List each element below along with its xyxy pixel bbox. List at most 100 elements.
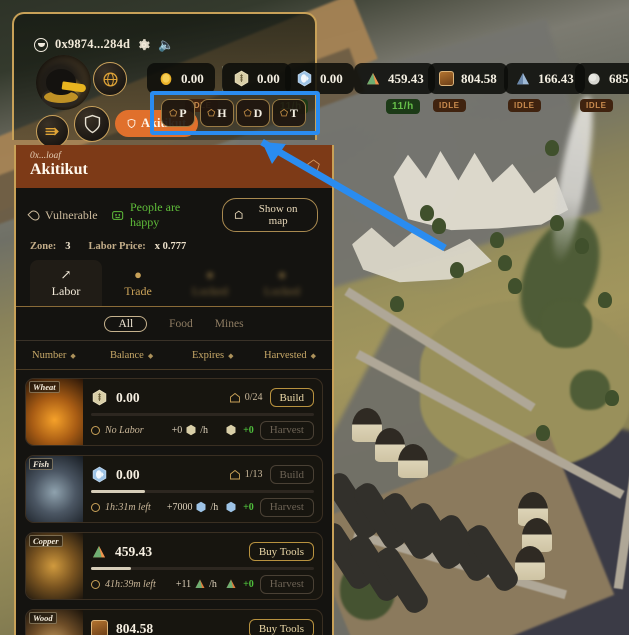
- guild-button-t[interactable]: ⬠ T: [272, 99, 306, 127]
- row-rate-value: +11: [175, 578, 192, 590]
- table-row[interactable]: Fish 0.00 1/13 Build 1h:31m left +7000 /…: [25, 455, 323, 523]
- row-rate-suffix: /h: [210, 501, 219, 513]
- column-header-number[interactable]: Number ◆: [32, 350, 110, 361]
- row-rate-suffix: /h: [209, 578, 217, 590]
- build-button[interactable]: Build: [269, 388, 314, 408]
- copper-icon: [226, 579, 236, 589]
- harvest-button[interactable]: Harvest: [259, 574, 314, 594]
- row-name: Fish: [29, 458, 54, 470]
- shield-icon: ⬠: [207, 107, 216, 118]
- row-rate-value: +0: [171, 424, 183, 436]
- table-row[interactable]: Wheat 0.00 0/24 Build No Labor +0 /h +0 …: [25, 378, 323, 446]
- zone-label: Zone:: [30, 241, 57, 252]
- row-capacity: 0/24: [229, 392, 263, 403]
- labor-price-label: Labor Price:: [88, 241, 146, 252]
- buy-tools-button[interactable]: Buy Tools: [248, 619, 314, 635]
- resource-chip-copper[interactable]: 459.43: [354, 63, 435, 94]
- settlement-panel: 0x...loaf Akitikut ⬠ Vulnerable People a…: [14, 145, 334, 635]
- globe-button[interactable]: [93, 62, 127, 96]
- currency-chip-wheat[interactable]: 0.00: [222, 63, 291, 94]
- row-balance: 804.58: [116, 620, 154, 635]
- column-header-balance[interactable]: Balance ◆: [110, 350, 192, 361]
- harvest-button[interactable]: Harvest: [259, 497, 314, 517]
- row-name: Copper: [29, 535, 63, 547]
- row-balance: 0.00: [116, 389, 140, 405]
- wallet-address[interactable]: 0x9874...284d: [55, 37, 130, 52]
- wood-icon: [91, 620, 108, 635]
- wood-icon: [439, 71, 454, 86]
- tab-labor[interactable]: ↗ Labor: [30, 260, 102, 306]
- wallet-icon: [34, 37, 48, 52]
- gear-icon[interactable]: [137, 38, 151, 52]
- clock-icon: [91, 502, 100, 512]
- tab-trade[interactable]: ● Trade: [102, 260, 174, 306]
- column-header-expires[interactable]: Expires ◆: [192, 350, 264, 361]
- row-harvest: +0 Harvest: [225, 574, 314, 594]
- clock-icon: [91, 579, 100, 589]
- fish-hex-icon: [92, 466, 107, 483]
- guild-label-h: H: [217, 105, 227, 120]
- tab-locked-1-label: Locked: [192, 283, 228, 298]
- filter-mines[interactable]: Mines: [215, 318, 244, 330]
- resource-value-copper: 459.43: [388, 70, 424, 86]
- sort-icon: ◆: [228, 351, 234, 360]
- row-time-label: 1h:31m left: [105, 501, 151, 513]
- wheat-hex-icon: [234, 70, 249, 87]
- fish-hex-icon: [297, 70, 312, 87]
- settlement-status-row: Vulnerable People are happy Show on map: [16, 188, 332, 232]
- column-label: Expires: [192, 350, 225, 361]
- sort-icon: ◆: [70, 351, 76, 360]
- map-pin-icon: [234, 210, 243, 219]
- guild-button-p[interactable]: ⬠ P: [161, 99, 195, 127]
- tab-trade-label: Trade: [124, 283, 152, 298]
- settlement-tabs: ↗ Labor ● Trade ● Locked ● Locked: [16, 252, 332, 307]
- row-rate-suffix: /h: [200, 424, 209, 436]
- coin-icon: ●: [134, 266, 142, 282]
- copper-icon: [367, 72, 379, 84]
- guild-button-d[interactable]: ⬠ D: [236, 99, 270, 127]
- harvest-button[interactable]: Harvest: [259, 420, 314, 440]
- status-badge-happy: People are happy: [111, 200, 209, 230]
- row-rate-value: +7000: [166, 501, 193, 513]
- column-header-harvested[interactable]: Harvested ◆: [264, 350, 316, 361]
- column-label: Balance: [110, 350, 144, 361]
- tab-locked-1[interactable]: ● Locked: [174, 260, 246, 306]
- arrow-right-icon: [45, 127, 59, 136]
- filter-all[interactable]: All: [104, 316, 148, 332]
- resource-chip-wood[interactable]: 804.58: [428, 63, 508, 94]
- currency-chip-fish[interactable]: 0.00: [285, 63, 354, 94]
- guild-label-t: T: [289, 105, 298, 120]
- resource-chip-stone[interactable]: 685.39: [575, 63, 629, 94]
- build-button[interactable]: Build: [269, 465, 314, 485]
- status-badge-vulnerable: Vulnerable: [27, 208, 98, 223]
- row-time: 1h:31m left: [91, 502, 151, 513]
- game-screen: 0x9874...284d 🔈 0.00 0.00 0.00 459.43 80…: [0, 0, 629, 635]
- shield-button[interactable]: [74, 106, 110, 142]
- show-on-map-button[interactable]: Show on map: [221, 198, 318, 232]
- table-row[interactable]: Copper 459.43 Buy Tools 41h:39m left +11…: [25, 532, 323, 600]
- stone-icon: [588, 72, 600, 85]
- avatar[interactable]: [36, 55, 91, 110]
- buy-tools-button[interactable]: Buy Tools: [248, 542, 314, 562]
- zone-value: 3: [65, 241, 71, 252]
- table-row[interactable]: Wood 804.58 Buy Tools No Labor: [25, 609, 323, 635]
- tab-locked-2[interactable]: ● Locked: [246, 260, 318, 306]
- filter-food[interactable]: Food: [169, 318, 193, 330]
- status-badge-wood: IDLE: [433, 99, 466, 112]
- happy-label: People are happy: [129, 200, 181, 229]
- currency-value-lords: 0.00: [181, 70, 204, 86]
- currency-chip-lords[interactable]: 0.00: [147, 63, 215, 94]
- resource-chip-coal[interactable]: 166.43: [504, 63, 585, 94]
- row-time: No Labor: [91, 425, 144, 436]
- guild-button-h[interactable]: ⬠ H: [200, 99, 234, 127]
- resource-list: Wheat 0.00 0/24 Build No Labor +0 /h +0 …: [16, 370, 332, 635]
- shield-icon: [84, 114, 100, 134]
- speaker-icon[interactable]: 🔈: [158, 38, 174, 51]
- progress-bar: [91, 567, 314, 570]
- progress-bar: [91, 490, 314, 493]
- coal-icon: [517, 72, 529, 84]
- page-title: Akitikut: [30, 161, 88, 178]
- account-row[interactable]: 0x9874...284d 🔈: [34, 37, 174, 52]
- currency-value-wheat: 0.00: [257, 70, 280, 86]
- arrow-right-button[interactable]: [36, 115, 69, 148]
